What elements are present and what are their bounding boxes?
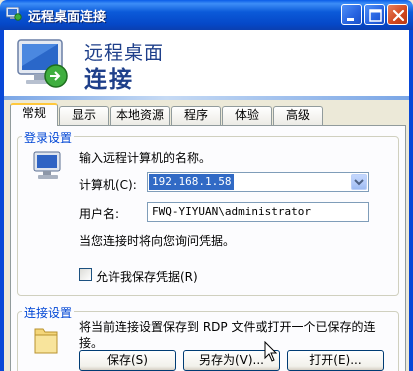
save-button[interactable]: 保存(S) xyxy=(79,350,176,371)
username-field[interactable]: FWQ-YIYUAN\administrator xyxy=(147,202,369,222)
close-icon xyxy=(392,9,405,22)
credentials-note: 当您连接时将向您询问凭据。 xyxy=(79,234,236,248)
mouse-cursor-icon xyxy=(264,341,278,362)
banner-divider xyxy=(4,96,409,100)
minimize-button[interactable] xyxy=(341,4,362,25)
banner-title-line2: 连接 xyxy=(84,67,134,93)
window-title: 远程桌面连接 xyxy=(28,10,107,25)
tab-programs[interactable]: 程序 xyxy=(171,106,221,125)
chevron-down-icon xyxy=(354,179,364,186)
tab-general[interactable]: 常规 xyxy=(10,103,58,126)
remote-desktop-logo-icon xyxy=(17,39,68,88)
remote-desktop-icon xyxy=(6,7,22,21)
computer-dropdown-button[interactable] xyxy=(351,174,367,190)
login-settings-label: 登录设置 xyxy=(22,129,75,146)
save-credentials-label[interactable]: 允许我保存凭据(R) xyxy=(96,268,198,285)
username-label: 用户名: xyxy=(79,207,120,221)
minimize-icon xyxy=(347,18,354,21)
window-frame-right xyxy=(409,30,413,371)
connection-settings-label: 连接设置 xyxy=(22,304,75,321)
maximize-button[interactable] xyxy=(364,4,385,25)
computer-combobox[interactable]: 192.168.1.58 xyxy=(147,172,369,192)
computer-label: 计算机(C): xyxy=(79,178,137,192)
folder-icon xyxy=(34,328,58,354)
connection-description: 将当前连接设置保存到 RDP 文件或打开一个已保存的连接。 xyxy=(79,320,376,350)
tab-local-resources[interactable]: 本地资源 xyxy=(110,106,170,125)
close-button[interactable] xyxy=(387,4,408,25)
tab-experience[interactable]: 体验 xyxy=(222,106,272,125)
open-button[interactable]: 打开(E)... xyxy=(287,350,384,371)
tab-advanced[interactable]: 高级 xyxy=(273,106,323,125)
instruction-text: 输入远程计算机的名称。 xyxy=(79,151,212,165)
maximize-icon xyxy=(369,9,382,22)
computer-icon xyxy=(33,151,61,179)
save-credentials-checkbox[interactable] xyxy=(79,268,92,281)
computer-value: 192.168.1.58 xyxy=(149,174,235,190)
title-bar[interactable]: 远程桌面连接 xyxy=(0,0,413,30)
header-banner: 远程桌面 连接 xyxy=(4,30,409,100)
tab-display[interactable]: 显示 xyxy=(59,106,109,125)
